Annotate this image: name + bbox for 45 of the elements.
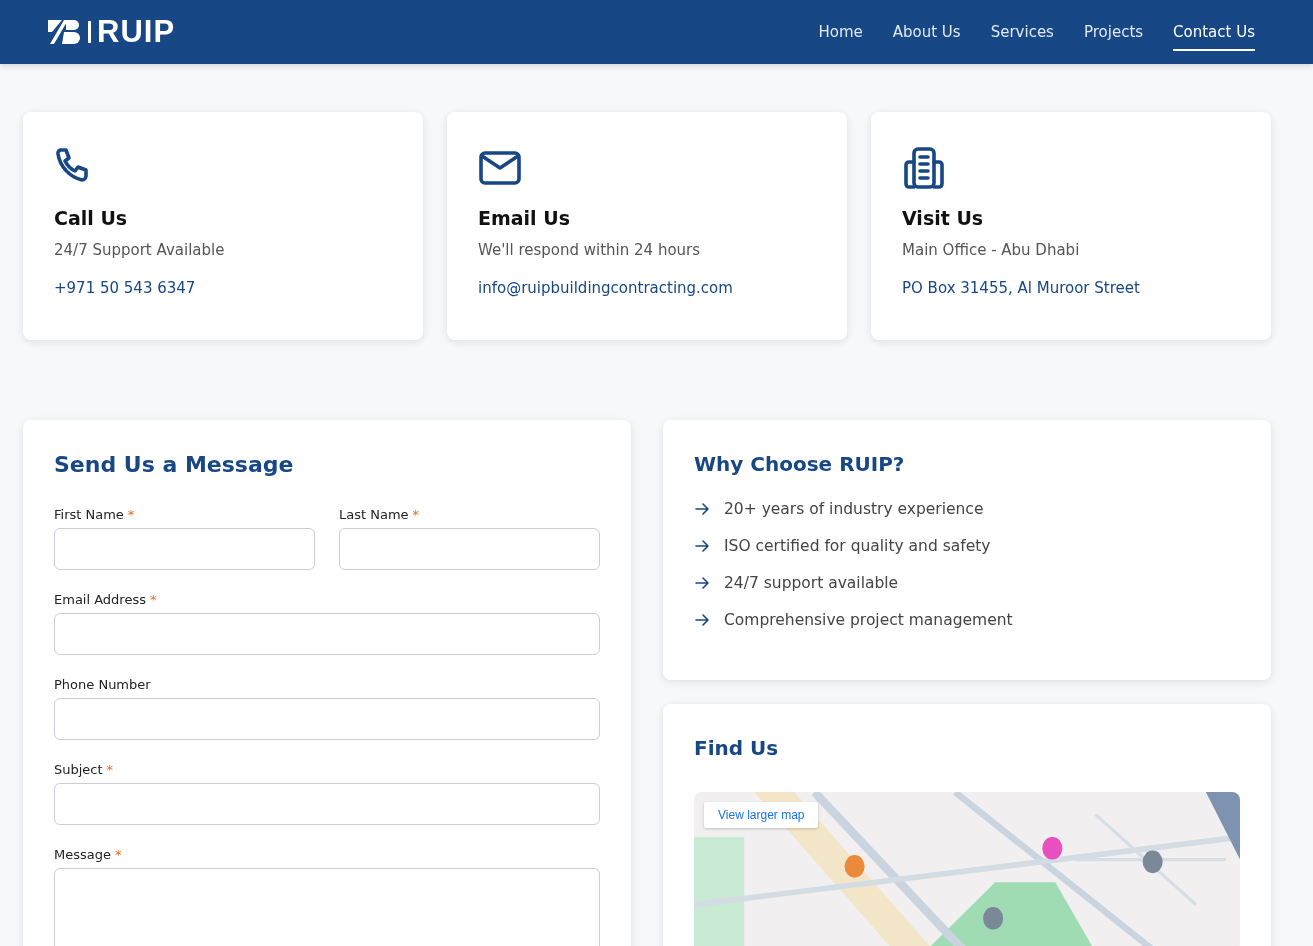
required-mark: *: [150, 592, 157, 607]
required-mark: *: [115, 847, 122, 862]
nav-link[interactable]: About Us: [892, 13, 961, 51]
input-field[interactable]: [54, 783, 600, 825]
logo-icon: [46, 18, 82, 46]
nav-link[interactable]: Contact Us: [1173, 13, 1255, 51]
input-field[interactable]: [54, 528, 315, 570]
nav-link[interactable]: Home: [818, 13, 863, 51]
logo-divider: [88, 21, 91, 43]
card-title: Email Us: [478, 207, 571, 229]
card-subtitle: We'll respond within 24 hours: [478, 241, 702, 259]
input-field[interactable]: [54, 613, 600, 655]
feature-text: 24/7 support available: [724, 574, 899, 592]
field-label: Subject: [54, 762, 103, 777]
why-title: Why Choose RUIP?: [694, 452, 906, 476]
contact-link[interactable]: +971 50 543 6347: [54, 279, 392, 297]
card-title: Visit Us: [902, 207, 985, 229]
arrow-icon: [694, 501, 710, 517]
required-mark: *: [412, 507, 420, 522]
nav-link[interactable]: Services: [990, 13, 1054, 51]
form-title: Send Us a Message: [54, 452, 295, 477]
input-field[interactable]: [54, 698, 600, 740]
card-title: Call Us: [54, 207, 129, 229]
arrow-icon: [694, 575, 710, 591]
feature-text: Comprehensive project management: [724, 611, 1013, 629]
arrow-icon: [694, 612, 710, 628]
field-label: Email Address: [54, 592, 146, 607]
field-label: Last Name: [339, 507, 409, 522]
contact-link[interactable]: info@ruipbuildingcontracting.com: [478, 279, 816, 297]
find-title: Find Us: [694, 736, 780, 760]
input-field[interactable]: [339, 528, 600, 570]
brand-name: RUIP: [97, 14, 176, 50]
nav-link[interactable]: Projects: [1083, 13, 1144, 51]
required-mark: *: [106, 762, 114, 777]
feature-text: 20+ years of industry experience: [724, 500, 984, 518]
field-label: Phone Number: [54, 677, 151, 692]
contact-link[interactable]: PO Box 31455, Al Muroor Street: [902, 279, 1240, 297]
required-mark: *: [127, 507, 135, 522]
card-subtitle: Main Office - Abu Dhabi: [902, 241, 1081, 259]
field-label: First Name: [54, 507, 124, 522]
card-subtitle: 24/7 Support Available: [54, 241, 226, 259]
arrow-icon: [694, 538, 710, 554]
feature-text: ISO certified for quality and safety: [724, 537, 991, 555]
field-label: Message: [54, 847, 111, 862]
view-larger-map-button[interactable]: View larger map: [704, 802, 819, 828]
